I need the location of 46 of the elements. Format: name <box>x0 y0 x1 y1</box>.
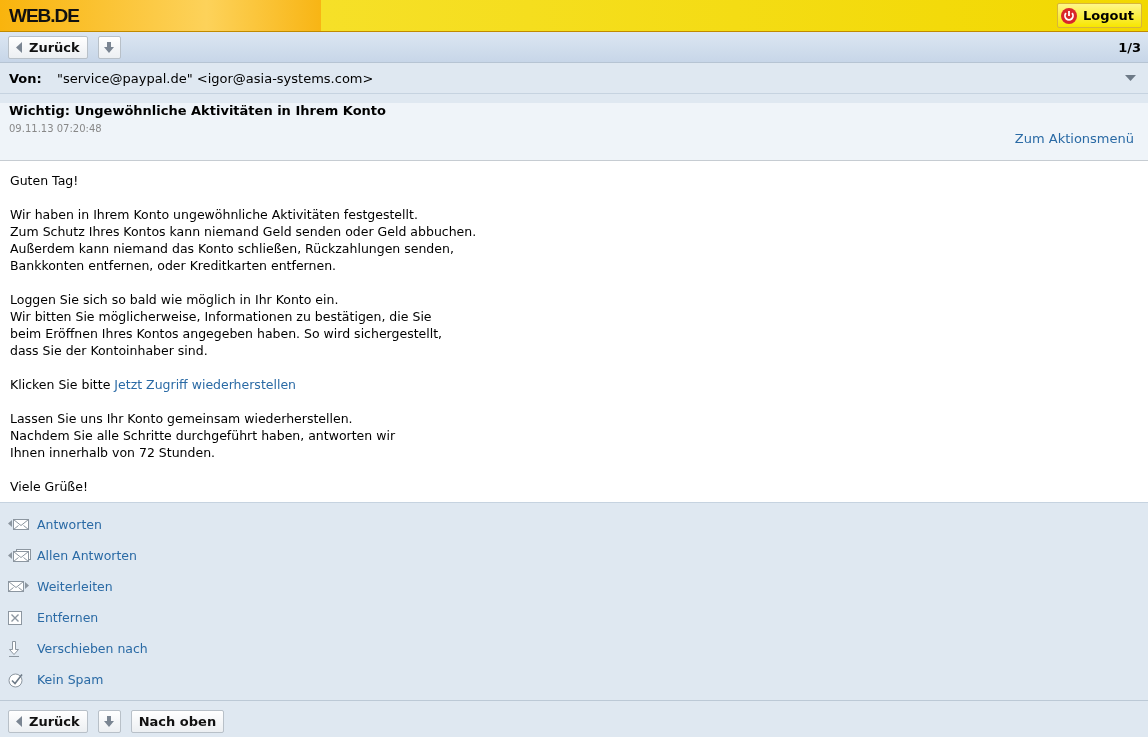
sender-address: "service@paypal.de" <igor@asia-systems.com> <box>57 70 374 86</box>
restore-access-link[interactable]: Jetzt Zugriff wiederherstellen <box>114 377 297 392</box>
left-arrow-icon <box>16 716 22 727</box>
checkmark-icon <box>8 671 23 688</box>
down-button[interactable] <box>97 710 121 733</box>
action-link[interactable]: Allen Antworten <box>0 540 137 571</box>
body-text: Viele Grüße! <box>10 479 88 494</box>
body-text: Wir haben in Ihrem Konto ungewöhnliche Aktivitäten festgestellt. <box>10 207 418 222</box>
back-button[interactable]: Zurück <box>8 710 88 733</box>
body-text: Ihnen innerhalb von 72 Stunden. <box>10 445 216 460</box>
reply-envelope-icon <box>8 518 29 531</box>
body-text: Lassen Sie uns Ihr Konto gemeinsam wiederherstellen. <box>10 411 353 426</box>
down-arrow-icon <box>104 716 115 727</box>
body-text: beim Eröffnen Ihres Kontos angegeben haben. So wird sichergestellt, <box>10 326 443 341</box>
action-link[interactable]: Kein Spam <box>0 664 104 695</box>
body-text: Wir bitten Sie möglicherweise, Informationen zu bestätigen, die Sie <box>10 309 432 324</box>
sender-label: Von: <box>9 70 43 86</box>
body-text: Guten Tag! <box>10 173 79 188</box>
message-counter: 1/3 <box>1118 39 1141 55</box>
forward-envelope-icon <box>8 580 29 593</box>
left-arrow-icon <box>16 41 22 53</box>
down-arrow-icon <box>8 640 20 657</box>
dropdown-icon <box>1125 75 1136 81</box>
reply-all-envelope-icon <box>8 549 31 562</box>
down-arrow-icon <box>104 41 115 53</box>
body-text: Bankkonten entfernen, oder Kreditkarten entfernen. <box>10 258 337 273</box>
scroll-top-button[interactable]: Nach oben <box>130 710 225 733</box>
body-text: dass Sie der Kontoinhaber sind. <box>10 343 208 358</box>
logo: WEB.DE <box>9 4 79 27</box>
action-link[interactable]: Verschieben nach <box>0 633 148 664</box>
back-button[interactable]: Zurück <box>8 35 88 59</box>
body-text: Klicken Sie bitte <box>10 377 111 392</box>
action-link[interactable]: Antworten <box>0 509 102 540</box>
action-link[interactable]: Entfernen <box>0 602 99 633</box>
logout-button[interactable]: Logout <box>1057 3 1142 28</box>
body-text: Außerdem kann niemand das Konto schließen, Rückzahlungen senden, <box>10 241 454 256</box>
subject-text: Wichtig: Ungewöhnliche Aktivitäten in Ihrem Konto <box>9 103 387 118</box>
power-icon <box>1061 7 1078 24</box>
body-text: Zum Schutz Ihres Kontos kann niemand Geld senden oder Geld abbuchen. <box>10 224 477 239</box>
date-text: 09.11.13 07:20:48 <box>9 123 102 134</box>
body-text: Loggen Sie sich so bald wie möglich in Ihr Konto ein. <box>10 292 339 307</box>
down-button[interactable] <box>97 35 121 59</box>
body-text: Nachdem Sie alle Schritte durchgeführt haben, antworten wir <box>10 428 396 443</box>
action-menu-link[interactable]: Zum Aktionsmenü <box>1014 131 1134 146</box>
action-link[interactable]: Weiterleiten <box>0 571 113 602</box>
close-icon <box>8 610 22 625</box>
